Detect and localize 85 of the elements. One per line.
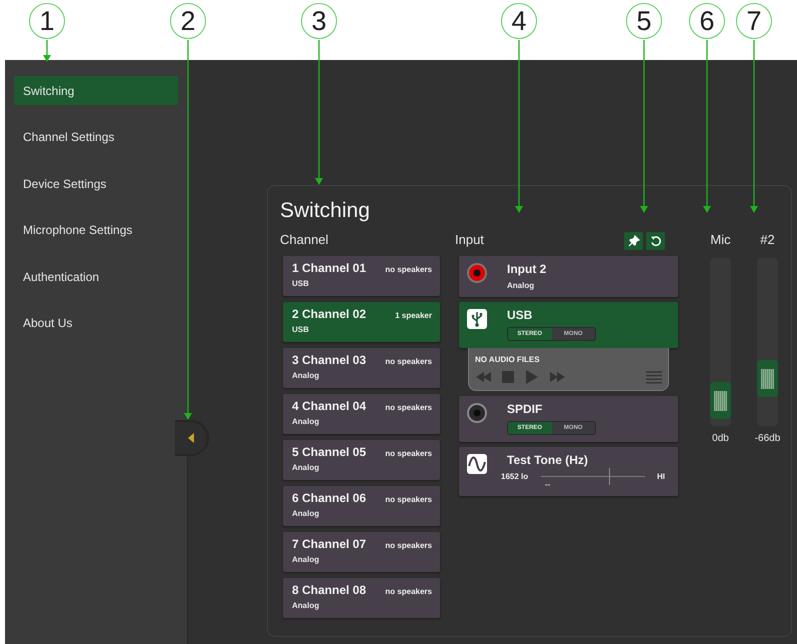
channel-card[interactable]: 2 Channel 02 1 speaker USB [283, 302, 440, 342]
channel-source: Analog [292, 601, 320, 610]
jack-icon [466, 402, 488, 424]
callout-number: 1 [29, 3, 65, 39]
fader-reading: 0db [712, 433, 729, 444]
channel-source: USB [292, 325, 310, 334]
tone-value: 1652 lo [501, 472, 530, 481]
sidebar-item[interactable]: Switching [14, 76, 178, 105]
channel-source: Analog [292, 417, 320, 426]
panel-title: Switching [280, 199, 371, 223]
input-name: USB [507, 308, 534, 322]
speaker-count: no speakers [385, 265, 432, 274]
channel-name: 7 Channel 07 [292, 537, 366, 551]
speaker-count: no speakers [385, 403, 432, 412]
input-card[interactable]: Input 2 Analog [459, 256, 678, 297]
column-header: Channel [280, 232, 330, 249]
channel-name: 3 Channel 03 [292, 353, 366, 367]
play-button[interactable] [525, 370, 539, 384]
speaker-count: no speakers [385, 495, 432, 504]
speaker-count: no speakers [385, 449, 432, 458]
refresh-button[interactable] [646, 232, 665, 250]
channel-name: 8 Channel 08 [292, 583, 366, 597]
fader-thumb[interactable] [710, 382, 731, 420]
input-name: Test Tone (Hz) [507, 453, 589, 467]
callout-number: 6 [689, 3, 725, 39]
channel-source: Analog [292, 371, 320, 380]
sidebar-item[interactable]: About Us [14, 308, 178, 338]
speaker-count: no speakers [385, 587, 432, 596]
playlist-button[interactable] [646, 370, 662, 384]
scale-mark: -- [545, 481, 552, 489]
jack-icon [466, 262, 488, 284]
channel-name: 4 Channel 04 [292, 399, 366, 413]
rewind-button[interactable] [475, 370, 491, 384]
fader-label: #2 [760, 232, 775, 249]
speaker-count: no speakers [385, 541, 432, 550]
channel-source: Analog [292, 555, 320, 564]
channel-source: Analog [292, 463, 320, 472]
channel-source: USB [292, 279, 310, 288]
sidebar-item[interactable]: Authentication [14, 262, 178, 291]
channel-name: 1 Channel 01 [292, 261, 366, 275]
rewind-icon [475, 370, 491, 384]
pin-icon [628, 235, 640, 247]
stop-button[interactable] [501, 370, 515, 384]
callout-number: 7 [736, 3, 772, 39]
channel-name: 2 Channel 02 [292, 307, 366, 321]
channel-name: 6 Channel 06 [292, 491, 366, 505]
channel-card[interactable]: 4 Channel 04 no speakers Analog [283, 394, 440, 434]
collapse-handle[interactable] [175, 420, 209, 456]
forward-button[interactable] [549, 370, 565, 384]
channel-card[interactable]: 3 Channel 03 no speakers Analog [283, 348, 440, 388]
leader-line [43, 40, 51, 62]
speaker-count: no speakers [385, 357, 432, 366]
sidebar-item[interactable]: Channel Settings [14, 122, 178, 152]
callout-number: 3 [301, 3, 337, 39]
usb-icon [466, 308, 488, 330]
player-status: NO AUDIO FILES [475, 355, 541, 364]
channel-card[interactable]: 7 Channel 07 no speakers Analog [283, 532, 440, 572]
sidebar-item[interactable]: Microphone Settings [14, 216, 178, 244]
play-icon [525, 370, 539, 384]
sine-wave-icon [466, 453, 488, 475]
high-label: HI [657, 472, 665, 481]
channel-card[interactable]: 1 Channel 01 no speakers USB [283, 256, 440, 296]
channel-source: Analog [292, 509, 320, 518]
fast-forward-icon [549, 370, 565, 384]
input-type: Analog [507, 281, 536, 290]
input-name: SPDIF [507, 402, 544, 416]
sidebar-item[interactable]: Device Settings [14, 169, 178, 198]
input-name: Input 2 [507, 262, 548, 276]
list-icon [646, 370, 662, 384]
callout-number: 4 [501, 3, 537, 39]
fader-reading: -66db [754, 433, 780, 444]
channel-card[interactable]: 5 Channel 05 no speakers Analog [283, 440, 440, 480]
fader-thumb[interactable] [757, 360, 778, 398]
channel-card[interactable]: 8 Channel 08 no speakers Analog [283, 578, 440, 618]
channel-card[interactable]: 6 Channel 06 no speakers Analog [283, 486, 440, 526]
callout-number: 5 [626, 3, 662, 39]
column-header: Input [455, 232, 484, 249]
fader-label: Mic [710, 232, 731, 249]
callout-number: 2 [170, 3, 206, 39]
channel-name: 5 Channel 05 [292, 445, 366, 459]
speaker-count: 1 speaker [395, 311, 432, 320]
stop-icon [501, 370, 515, 384]
input-card[interactable]: Test Tone (Hz) 1652 lo HI -- [459, 447, 678, 496]
refresh-icon [650, 235, 662, 247]
pin-button[interactable] [624, 232, 643, 250]
